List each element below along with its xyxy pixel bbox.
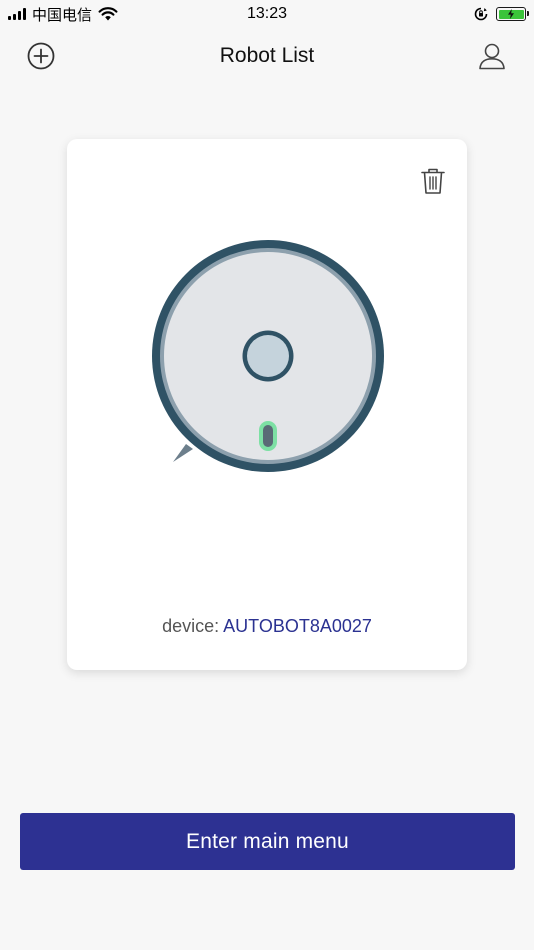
battery-icon <box>496 7 529 21</box>
orientation-lock-icon <box>474 7 488 21</box>
side-brush-shape <box>173 444 193 462</box>
device-label: device: <box>162 616 220 636</box>
nav-bar: Robot List <box>0 28 534 84</box>
robot-laser-tower <box>247 335 289 377</box>
cellular-signal-icon <box>8 8 26 20</box>
page-title: Robot List <box>219 44 315 67</box>
battery-level <box>498 9 524 19</box>
enter-main-menu-button[interactable]: Enter main menu <box>20 813 515 870</box>
trash-icon <box>421 168 445 194</box>
user-icon <box>479 43 505 70</box>
add-robot-button[interactable] <box>25 40 57 72</box>
status-right <box>474 7 529 21</box>
wifi-icon <box>98 7 118 21</box>
status-left: 中国电信 <box>8 4 118 25</box>
robot-list-screen: 中国电信 13:23 Robot List device: AUTOBOT8A0… <box>0 0 534 950</box>
charging-bolt-icon <box>508 9 514 19</box>
robot-card[interactable]: device: AUTOBOT8A0027 <box>67 139 467 670</box>
carrier-name: 中国电信 <box>32 6 93 24</box>
plus-circle-icon <box>27 42 55 70</box>
robot-vacuum-image <box>152 240 384 472</box>
status-bar: 中国电信 13:23 <box>0 0 534 28</box>
device-id: AUTOBOT8A0027 <box>223 616 372 636</box>
device-info: device: AUTOBOT8A0027 <box>67 616 467 637</box>
robot-power-button <box>263 425 273 447</box>
delete-robot-button[interactable] <box>419 167 447 195</box>
profile-button[interactable] <box>476 40 508 72</box>
